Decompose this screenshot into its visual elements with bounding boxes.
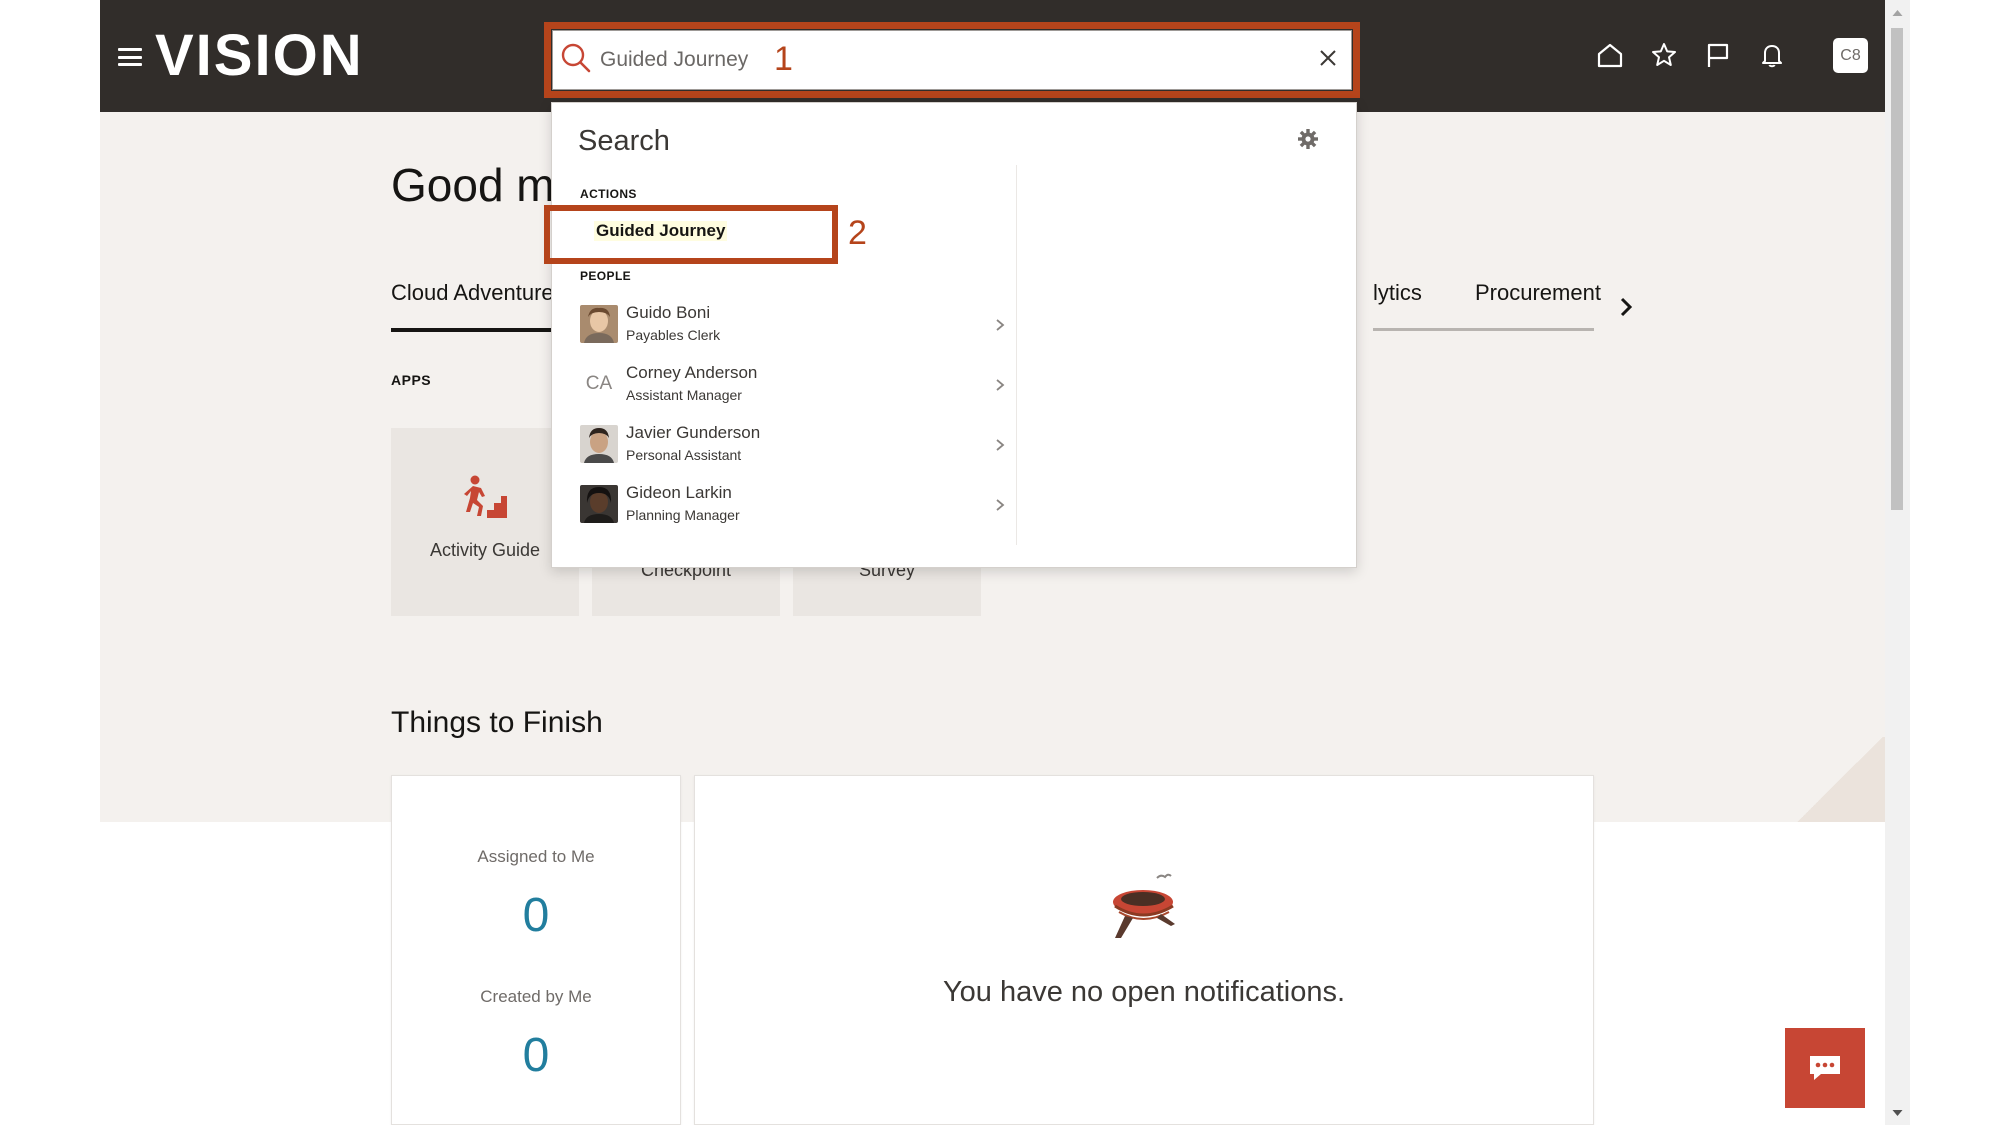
- search-popup-title: Search: [578, 125, 670, 157]
- scroll-thumb[interactable]: [1891, 28, 1903, 510]
- person-name: Corney Anderson: [626, 363, 758, 382]
- step-2-number: 2: [848, 214, 867, 252]
- person-title: Assistant Manager: [626, 387, 742, 403]
- person-title: Payables Clerk: [626, 327, 721, 343]
- empty-nest-icon: [1105, 868, 1185, 948]
- person-initials-avatar: CA: [585, 373, 613, 394]
- notifications-card: You have no open notifications.: [694, 775, 1594, 1125]
- search-icon: [561, 43, 591, 73]
- person-name: Guido Boni: [626, 303, 711, 322]
- flag-icon[interactable]: [1703, 40, 1733, 70]
- brand-logo[interactable]: VISION: [155, 26, 364, 86]
- created-by-me-label: Created by Me: [480, 987, 592, 1006]
- tab-track: [1373, 328, 1594, 331]
- chevron-right-icon: [996, 379, 1005, 391]
- home-icon[interactable]: [1595, 40, 1625, 70]
- header-icons: [1595, 40, 1811, 70]
- person-result-gideon-larkin[interactable]: Gideon Larkin Planning Manager: [564, 475, 1010, 533]
- chat-bubble-icon: [1810, 1056, 1840, 1080]
- page-scrollbar[interactable]: [1885, 0, 1910, 1125]
- assigned-to-me-count[interactable]: 0: [392, 888, 680, 943]
- no-notifications-message: You have no open notifications.: [942, 976, 1346, 1008]
- popup-column-divider: [1016, 165, 1017, 545]
- person-photo: [580, 425, 618, 463]
- activity-guide-icon: [461, 474, 511, 524]
- task-counts-card: Assigned to Me 0 Created by Me 0: [391, 775, 681, 1125]
- person-photo: [580, 305, 618, 343]
- scroll-down-icon[interactable]: [1891, 1108, 1904, 1118]
- search-input[interactable]: [600, 43, 1290, 77]
- assigned-to-me-label: Assigned to Me: [477, 847, 595, 866]
- chat-button[interactable]: [1785, 1028, 1865, 1108]
- chevron-right-icon: [996, 499, 1005, 511]
- person-result-corney-anderson[interactable]: CA Corney Anderson Assistant Manager: [564, 355, 1010, 413]
- person-result-javier-gunderson[interactable]: Javier Gunderson Personal Assistant: [564, 415, 1010, 473]
- person-photo: [580, 485, 618, 523]
- tab-analytics[interactable]: lytics: [1373, 280, 1422, 328]
- things-to-finish-heading: Things to Finish: [391, 706, 603, 739]
- chevron-right-icon: [996, 439, 1005, 451]
- person-title: Personal Assistant: [626, 447, 742, 463]
- greeting-heading: Good m: [391, 159, 555, 211]
- search-results-popup: Search ACTIONS Guided Journey PEOPLE Gui…: [551, 102, 1357, 568]
- tab-cloud-adventure[interactable]: Cloud Adventure: [391, 280, 554, 328]
- app-window: VISION C8 Good m Cloud Adventure lytics …: [0, 0, 2000, 1125]
- menu-icon[interactable]: [118, 48, 142, 66]
- step-2-highlight: [544, 205, 838, 264]
- person-name: Gideon Larkin: [626, 483, 732, 502]
- people-section-header: PEOPLE: [580, 269, 632, 283]
- tab-procurement[interactable]: Procurement: [1475, 280, 1601, 328]
- apps-section-label: APPS: [391, 372, 432, 388]
- step-1-number: 1: [774, 40, 793, 78]
- star-icon[interactable]: [1649, 40, 1679, 70]
- chevron-right-icon[interactable]: [1613, 294, 1639, 320]
- user-avatar-button[interactable]: C8: [1833, 38, 1868, 73]
- global-search-field[interactable]: [552, 30, 1352, 90]
- chevron-right-icon: [996, 319, 1005, 331]
- bell-icon[interactable]: [1757, 40, 1787, 70]
- person-result-guido-boni[interactable]: Guido Boni Payables Clerk: [564, 295, 1010, 353]
- close-icon[interactable]: [1317, 47, 1339, 69]
- person-title: Planning Manager: [626, 507, 740, 523]
- person-name: Javier Gunderson: [626, 423, 761, 442]
- gear-icon[interactable]: [1296, 127, 1320, 151]
- actions-section-header: ACTIONS: [580, 187, 637, 201]
- created-by-me-count[interactable]: 0: [392, 1028, 680, 1083]
- active-tab-indicator: [391, 328, 551, 332]
- scroll-up-icon[interactable]: [1891, 8, 1904, 18]
